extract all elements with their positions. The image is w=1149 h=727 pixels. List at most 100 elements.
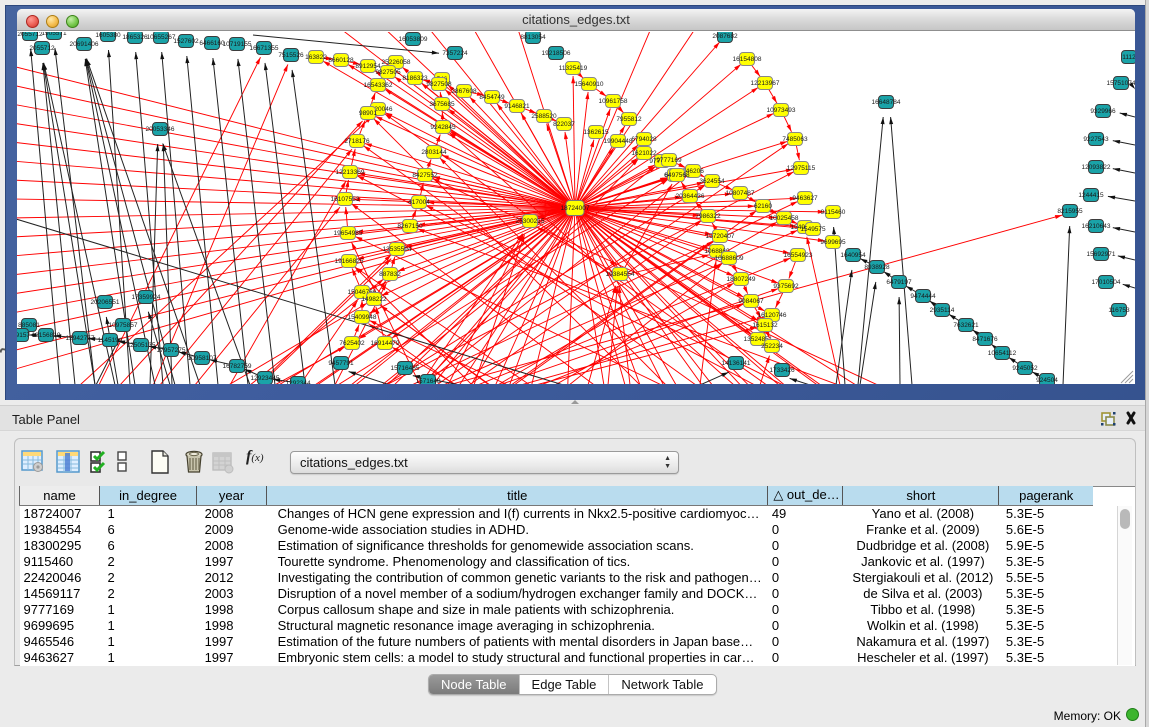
svg-text:2803144: 2803144 bbox=[421, 149, 447, 156]
svg-text:20053346: 20053346 bbox=[146, 126, 175, 133]
svg-text:163822: 163822 bbox=[305, 54, 327, 61]
svg-text:12975115: 12975115 bbox=[787, 165, 816, 172]
svg-text:9084067: 9084067 bbox=[738, 298, 764, 305]
svg-text:20691406: 20691406 bbox=[70, 41, 99, 48]
svg-text:7955812: 7955812 bbox=[616, 116, 642, 123]
svg-text:13535594: 13535594 bbox=[383, 246, 412, 253]
svg-text:12923445: 12923445 bbox=[251, 375, 280, 382]
svg-text:1527602: 1527602 bbox=[173, 38, 199, 45]
svg-text:8471676: 8471676 bbox=[972, 336, 998, 343]
svg-text:1615132: 1615132 bbox=[752, 322, 778, 329]
svg-text:417004: 417004 bbox=[408, 199, 430, 206]
svg-text:9329966: 9329966 bbox=[1090, 108, 1116, 115]
svg-text:8938928: 8938928 bbox=[864, 264, 890, 271]
svg-text:19654985: 19654985 bbox=[334, 230, 363, 237]
svg-text:17359924: 17359924 bbox=[132, 294, 161, 301]
svg-text:16210643: 16210643 bbox=[1082, 223, 1111, 230]
svg-text:8813054: 8813054 bbox=[520, 34, 546, 41]
svg-text:1865326: 1865326 bbox=[122, 34, 148, 41]
svg-text:8267150: 8267150 bbox=[397, 223, 423, 230]
svg-text:9245052: 9245052 bbox=[1012, 365, 1038, 372]
svg-text:2588520: 2588520 bbox=[531, 113, 557, 120]
svg-text:62160: 62160 bbox=[754, 203, 772, 210]
svg-text:252234: 252234 bbox=[761, 343, 783, 350]
svg-text:822037: 822037 bbox=[553, 121, 575, 128]
svg-text:10961758: 10961758 bbox=[599, 98, 628, 105]
svg-text:18807249: 18807249 bbox=[727, 276, 756, 283]
svg-text:116753: 116753 bbox=[1108, 307, 1130, 314]
svg-text:16543362: 16543362 bbox=[364, 82, 393, 89]
svg-text:6466160: 6466160 bbox=[199, 40, 225, 47]
svg-text:10655267: 10655267 bbox=[147, 34, 176, 41]
svg-text:20364436: 20364436 bbox=[676, 193, 705, 200]
svg-text:19904448: 19904448 bbox=[604, 138, 633, 145]
svg-text:2055712: 2055712 bbox=[17, 32, 43, 38]
svg-text:8454749: 8454749 bbox=[479, 94, 505, 101]
svg-text:9827505: 9827505 bbox=[375, 69, 401, 76]
svg-text:1605380: 1605380 bbox=[95, 32, 121, 39]
svg-text:18724007: 18724007 bbox=[561, 205, 590, 212]
svg-text:15640910: 15640910 bbox=[575, 81, 604, 88]
svg-text:924504: 924504 bbox=[1036, 377, 1058, 384]
svg-text:16554923: 16554923 bbox=[784, 252, 813, 259]
svg-text:17010504: 17010504 bbox=[1092, 279, 1121, 286]
svg-text:39157: 39157 bbox=[17, 332, 30, 339]
svg-text:16154808: 16154808 bbox=[733, 56, 762, 63]
svg-text:10973493: 10973493 bbox=[767, 107, 796, 114]
svg-text:7357224: 7357224 bbox=[442, 50, 468, 57]
svg-text:10719155: 10719155 bbox=[223, 41, 252, 48]
svg-text:10975857: 10975857 bbox=[109, 322, 138, 329]
svg-text:9777169: 9777169 bbox=[656, 157, 682, 164]
svg-text:15409948: 15409948 bbox=[348, 314, 377, 321]
svg-text:7485063: 7485063 bbox=[782, 136, 808, 143]
svg-text:8427552: 8427552 bbox=[412, 172, 438, 179]
svg-text:9699695: 9699695 bbox=[820, 239, 846, 246]
svg-text:15720407: 15720407 bbox=[706, 233, 735, 240]
svg-text:6794028: 6794028 bbox=[631, 136, 657, 143]
svg-text:15692971: 15692971 bbox=[1087, 251, 1116, 258]
svg-text:11325419: 11325419 bbox=[559, 65, 588, 72]
svg-text:16671355: 16671355 bbox=[250, 45, 279, 52]
svg-text:16648784: 16648784 bbox=[872, 99, 901, 106]
svg-text:1733426: 1733426 bbox=[769, 367, 795, 374]
svg-text:6497568: 6497568 bbox=[664, 172, 690, 179]
svg-text:25300215: 25300215 bbox=[516, 218, 545, 225]
svg-text:8660128: 8660128 bbox=[328, 57, 354, 64]
svg-text:98901: 98901 bbox=[359, 110, 377, 117]
svg-text:19166825: 19166825 bbox=[335, 258, 364, 265]
svg-text:15716485: 15716485 bbox=[391, 365, 420, 372]
svg-text:9242845: 9242845 bbox=[430, 124, 456, 131]
svg-text:2718176: 2718176 bbox=[344, 138, 370, 145]
svg-text:7632621: 7632621 bbox=[953, 322, 979, 329]
svg-text:3675685: 3675685 bbox=[429, 101, 455, 108]
svg-text:1112: 1112 bbox=[1122, 54, 1135, 61]
svg-text:9146821: 9146821 bbox=[504, 103, 530, 110]
svg-text:7625402: 7625402 bbox=[339, 340, 365, 347]
svg-text:9827508: 9827508 bbox=[426, 81, 452, 88]
svg-text:12213369: 12213369 bbox=[336, 169, 365, 176]
svg-text:2867608: 2867608 bbox=[451, 88, 477, 95]
svg-text:12505135: 12505135 bbox=[127, 342, 156, 349]
svg-text:8215955: 8215955 bbox=[1057, 208, 1083, 215]
svg-text:9463627: 9463627 bbox=[792, 195, 818, 202]
svg-text:3624554: 3624554 bbox=[699, 178, 725, 185]
svg-text:12093822: 12093822 bbox=[1082, 164, 1111, 171]
svg-text:1621022: 1621022 bbox=[631, 150, 657, 157]
svg-text:7986322: 7986322 bbox=[695, 213, 721, 220]
svg-text:1640954: 1640954 bbox=[840, 252, 866, 259]
svg-text:10654112: 10654112 bbox=[988, 350, 1017, 357]
svg-text:1498222: 1498222 bbox=[361, 296, 387, 303]
svg-text:12213967: 12213967 bbox=[751, 80, 780, 87]
svg-text:9457791: 9457791 bbox=[328, 360, 354, 367]
svg-text:6479197: 6479197 bbox=[886, 279, 912, 286]
svg-text:19384554: 19384554 bbox=[606, 271, 635, 278]
svg-text:887832: 887832 bbox=[379, 271, 401, 278]
svg-text:10025458: 10025458 bbox=[770, 215, 799, 222]
svg-text:17957275: 17957275 bbox=[157, 347, 186, 354]
svg-text:1145194: 1145194 bbox=[98, 337, 123, 344]
svg-text:12156819: 12156819 bbox=[32, 332, 61, 339]
svg-text:16914479: 16914479 bbox=[371, 340, 400, 347]
svg-text:9375692: 9375692 bbox=[773, 283, 799, 290]
svg-text:1362615: 1362615 bbox=[583, 129, 609, 136]
svg-text:1571648: 1571648 bbox=[415, 378, 441, 384]
